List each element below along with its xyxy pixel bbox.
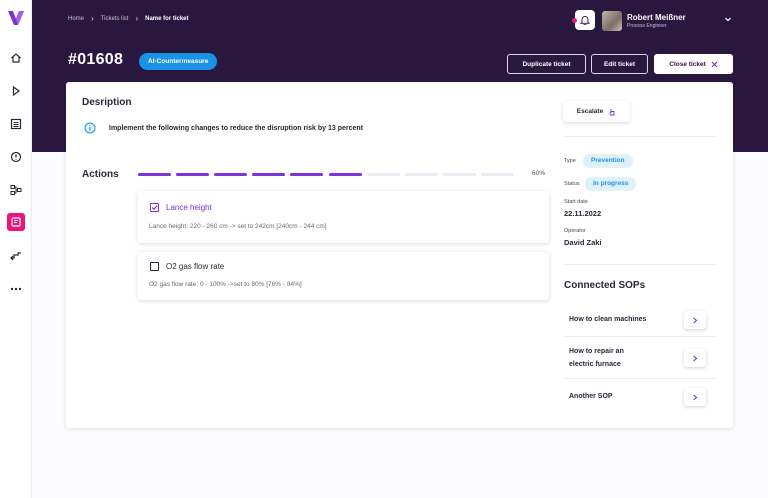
home-icon	[11, 53, 21, 63]
progress-segment-complete	[176, 173, 210, 176]
action-checkbox[interactable]	[150, 262, 159, 271]
action-title: Lance height	[166, 203, 212, 212]
nav-alerts[interactable]	[7, 148, 25, 166]
more-icon	[10, 287, 22, 291]
escalate-hand-icon	[609, 108, 615, 115]
action-detail: O2 gas flow rate: 0 - 100% ->set to 80% …	[149, 281, 302, 288]
close-ticket-button[interactable]: Close ticket	[654, 54, 733, 74]
sop-item-label: Another SOP	[569, 390, 613, 403]
action-title: O2 gas flow rate	[166, 262, 225, 271]
breadcrumb-separator-icon: ›	[135, 14, 139, 23]
status-badge: In progress	[585, 177, 637, 191]
close-ticket-label: Close ticket	[669, 60, 706, 68]
sop-item-line: How to repair an	[569, 348, 624, 355]
sop-open-button[interactable]	[684, 311, 706, 329]
list-icon	[10, 118, 22, 130]
progress-segment-pending	[404, 173, 438, 176]
nav-flow[interactable]	[7, 181, 25, 199]
status-label: Status	[564, 181, 580, 187]
actions-progress-label: 60%	[532, 170, 546, 177]
breadcrumb-separator-icon: ›	[91, 14, 94, 23]
flow-icon	[10, 185, 22, 195]
action-item[interactable]: Lance height Lance height: 220 - 260 cm …	[138, 191, 549, 243]
chevron-right-icon	[693, 355, 698, 361]
ticket-icon	[11, 217, 21, 227]
description-text: Implement the following changes to reduc…	[109, 125, 363, 132]
nav-play[interactable]	[7, 82, 25, 100]
alert-icon	[10, 151, 22, 163]
progress-segment-complete	[290, 173, 324, 176]
steps-icon	[10, 252, 21, 261]
ticket-id: #01608	[68, 51, 124, 68]
nav-home[interactable]	[7, 49, 25, 67]
actions-title: Actions	[82, 169, 119, 180]
type-badge: Prevention	[583, 154, 633, 168]
divider	[563, 336, 717, 337]
operator-label: Operator	[564, 228, 586, 234]
duplicate-ticket-label: Duplicate ticket	[522, 60, 571, 68]
progress-segment-complete	[328, 173, 362, 176]
edit-ticket-label: Edit ticket	[603, 60, 636, 68]
play-icon	[12, 85, 21, 97]
sop-open-button[interactable]	[684, 388, 706, 406]
sop-item-label: How to clean machines	[569, 313, 646, 326]
sop-item-label: How to repair an electric furnace	[569, 345, 624, 371]
progress-segment-complete	[252, 173, 286, 176]
user-name: Robert Meißner	[627, 13, 686, 22]
sop-item-line: electric furnace	[569, 361, 621, 368]
chevron-down-icon[interactable]	[724, 15, 732, 23]
avatar[interactable]	[602, 11, 622, 31]
breadcrumb: Home › Tickets list › Name for ticket	[68, 14, 189, 23]
action-detail: Lance height: 220 - 260 cm -> set to 242…	[149, 223, 327, 230]
edit-ticket-button[interactable]: Edit ticket	[591, 54, 648, 74]
nav-more[interactable]	[7, 280, 25, 298]
escalate-button[interactable]: Escalate	[563, 101, 630, 122]
progress-segment-pending	[442, 173, 476, 176]
check-icon	[151, 205, 158, 211]
description-title: Desription	[82, 97, 132, 108]
duplicate-ticket-button[interactable]: Duplicate ticket	[507, 54, 586, 74]
notification-dot	[572, 18, 577, 23]
sop-item-line: Another SOP	[569, 393, 613, 400]
nav-tickets[interactable]	[7, 213, 25, 231]
bell-icon	[580, 16, 590, 25]
start-date-label: Start date	[564, 199, 588, 205]
divider	[563, 378, 717, 379]
ticket-tag: AI-Countermeasure	[139, 53, 218, 70]
brand-logo-icon[interactable]	[7, 10, 25, 26]
progress-segment-complete	[138, 173, 171, 176]
escalate-label: Escalate	[576, 108, 604, 115]
chevron-right-icon	[693, 394, 698, 400]
breadcrumb-tickets-list[interactable]: Tickets list	[101, 16, 129, 22]
sop-open-button[interactable]	[684, 349, 706, 367]
divider	[563, 264, 717, 265]
progress-segment-complete	[214, 173, 248, 176]
nav-steps[interactable]	[7, 247, 25, 265]
connected-sops-title: Connected SOPs	[564, 280, 646, 291]
chevron-right-icon	[693, 317, 698, 323]
operator-value: David Zaki	[564, 238, 602, 247]
breadcrumb-current: Name for ticket	[145, 15, 189, 22]
action-item[interactable]: O2 gas flow rate O2 gas flow rate: 0 - 1…	[138, 252, 549, 300]
start-date-value: 22.11.2022	[564, 209, 602, 218]
user-role: Process Engineer	[627, 23, 667, 29]
actions-progress-bar	[138, 173, 528, 176]
info-icon	[84, 122, 96, 134]
close-icon	[711, 61, 718, 67]
divider	[563, 136, 717, 137]
nav-list[interactable]	[7, 115, 25, 133]
sop-item-line: How to clean machines	[569, 316, 647, 323]
breadcrumb-home[interactable]: Home	[68, 16, 84, 22]
progress-segment-pending	[366, 173, 400, 176]
sidebar	[0, 0, 32, 498]
progress-segment-pending	[480, 173, 514, 176]
action-checkbox-checked[interactable]	[150, 203, 159, 212]
notifications-button[interactable]	[572, 10, 595, 30]
type-label: Type	[564, 158, 576, 164]
